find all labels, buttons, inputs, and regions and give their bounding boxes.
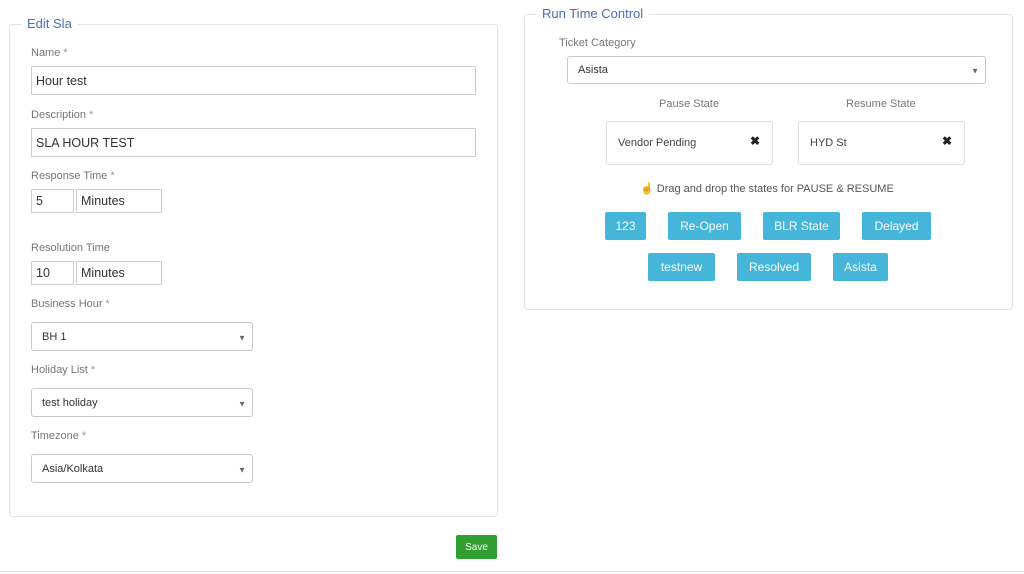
resume-state-dropzone[interactable]: HYD St ✖ [798,121,965,165]
ticket-category-label: Ticket Category [559,37,636,49]
caret-down-icon: ▼ [238,464,246,474]
name-label: Name * [31,47,68,59]
holiday-list-label-text: Holiday List [31,364,88,376]
timezone-select[interactable]: Asia/Kolkata ▼ [31,454,253,483]
holiday-list-label: Holiday List * [31,364,95,376]
pause-state-value: Vendor Pending [618,137,697,149]
name-label-text: Name [31,47,61,59]
run-time-control-legend: Run Time Control [536,6,650,22]
resume-state-label: Resume State [846,98,916,110]
timezone-value: Asia/Kolkata [42,462,104,475]
description-label: Description * [31,109,93,121]
description-label-text: Description [31,109,87,121]
required-mark: * [81,430,87,442]
timezone-label-text: Timezone [31,430,79,442]
state-chip[interactable]: BLR State [763,212,840,240]
close-icon[interactable]: ✖ [942,134,952,148]
caret-down-icon: ▼ [238,332,246,342]
required-mark: * [90,364,96,376]
holiday-list-select[interactable]: test holiday ▼ [31,388,253,417]
drag-hint: ☝ Drag and drop the states for PAUSE & R… [640,182,894,195]
response-time-label-text: Response Time [31,170,108,182]
drag-hint-text: Drag and drop the states for PAUSE & RES… [656,183,894,195]
response-time-label: Response Time * [31,170,115,182]
ticket-category-select[interactable]: Asista ▼ [567,56,986,84]
state-chip[interactable]: 123 [605,212,646,240]
caret-down-icon: ▼ [971,66,979,76]
state-chip[interactable]: testnew [648,253,715,281]
required-mark: * [63,47,68,59]
name-field[interactable]: Hour test [31,66,476,95]
divider [0,571,1024,572]
business-hour-label: Business Hour * [31,298,110,310]
resolution-time-label: Resolution Time [31,242,110,254]
state-chip[interactable]: Resolved [737,253,811,281]
timezone-label: Timezone * [31,430,86,442]
resume-state-value: HYD St [810,137,847,149]
business-hour-value: BH 1 [42,330,67,343]
pause-state-label: Pause State [659,98,719,110]
close-icon[interactable]: ✖ [750,134,760,148]
state-chip[interactable]: Asista [833,253,888,281]
edit-sla-legend: Edit Sla [21,16,78,32]
state-chip[interactable]: Re-Open [668,212,741,240]
required-mark: * [89,109,94,121]
required-mark: * [110,170,115,182]
save-button[interactable]: Save [456,535,497,559]
description-field[interactable]: SLA HOUR TEST [31,128,476,157]
state-chip[interactable]: Delayed [862,212,931,240]
business-hour-select[interactable]: BH 1 ▼ [31,322,253,351]
ticket-category-value: Asista [578,64,608,76]
caret-down-icon: ▼ [238,398,246,408]
required-mark: * [105,298,110,310]
hand-pointer-icon: ☝ [640,183,654,195]
response-time-unit: Minutes [76,189,162,213]
response-time-input[interactable]: 5 [31,189,74,213]
resolution-time-input[interactable]: 10 [31,261,74,285]
resolution-time-unit: Minutes [76,261,162,285]
business-hour-label-text: Business Hour [31,298,103,310]
pause-state-dropzone[interactable]: Vendor Pending ✖ [606,121,773,165]
holiday-list-value: test holiday [42,396,98,409]
